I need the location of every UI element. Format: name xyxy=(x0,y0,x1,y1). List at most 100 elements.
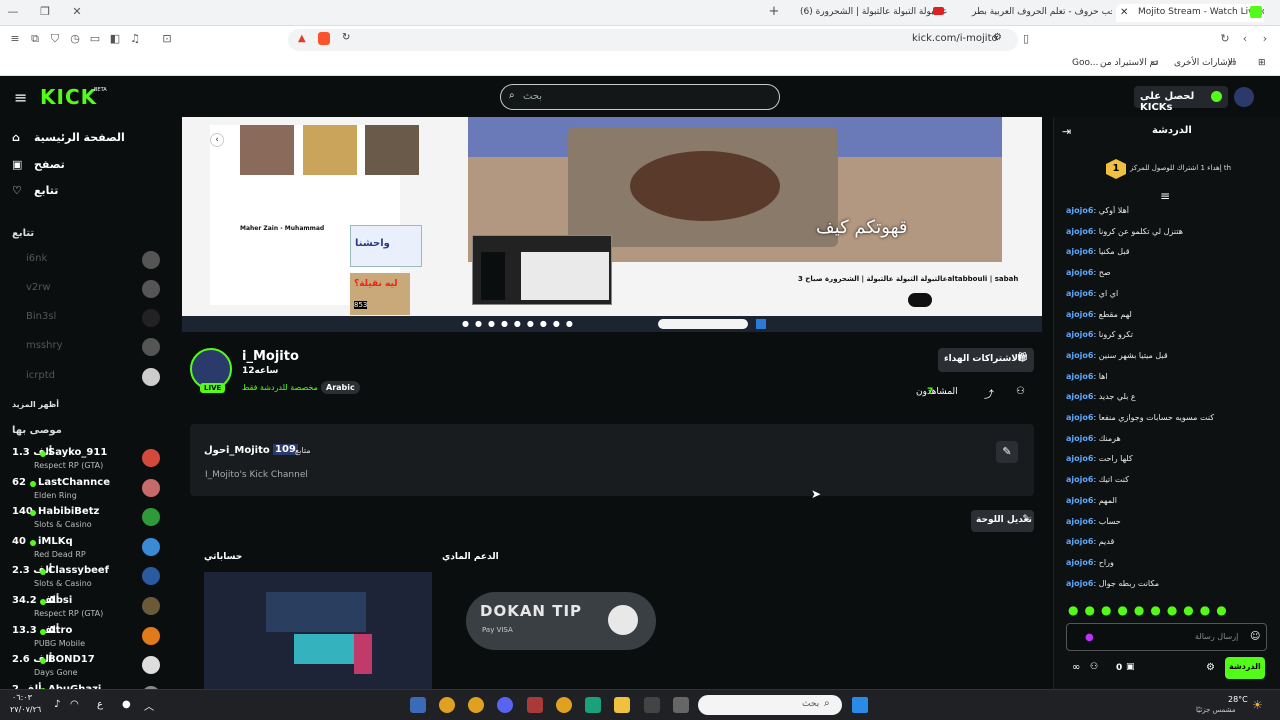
tab-close-icon[interactable]: ✕ xyxy=(1120,7,1128,18)
store-icon[interactable] xyxy=(644,697,660,713)
recommended-channel[interactable]: 2.3 ألفClassybeef Slots & Casino xyxy=(12,563,162,592)
tag-language[interactable]: Arabic xyxy=(321,381,360,394)
chat-message[interactable]: ajojo6: صح xyxy=(1066,268,1271,286)
chrome-icon[interactable] xyxy=(439,697,455,713)
chat-message[interactable]: ajojo6: قديم xyxy=(1066,537,1271,555)
chat-username[interactable]: ajojo6 xyxy=(1066,247,1093,256)
chat-message[interactable]: ajojo6: حسأب xyxy=(1066,517,1271,535)
following-channel[interactable]: icrptd xyxy=(12,365,162,391)
gift-box-icon[interactable]: ▣ xyxy=(1126,662,1135,672)
kicks-icon[interactable]: ∞ xyxy=(1072,662,1080,673)
chat-pinned-icon[interactable]: ≡ xyxy=(1160,189,1170,203)
edit-panels-button[interactable]: تعديل اللوحة ✎ xyxy=(971,510,1034,532)
chat-message[interactable]: ajojo6: قبل مكنيا xyxy=(1066,247,1271,265)
chat-message[interactable]: ajojo6: أهلا أوكي xyxy=(1066,206,1271,224)
obs-icon[interactable] xyxy=(527,697,543,713)
chat-username[interactable]: ajojo6 xyxy=(1066,496,1093,505)
chat-username[interactable]: ajojo6 xyxy=(1066,310,1093,319)
chat-username[interactable]: ajojo6 xyxy=(1066,537,1093,546)
recommended-channel[interactable]: 40 iMLKq Red Dead RP xyxy=(12,534,162,563)
chat-username[interactable]: ajojo6 xyxy=(1066,558,1093,567)
show-more-link[interactable]: أظهر المزيد xyxy=(12,400,59,409)
chat-message[interactable]: ajojo6: هرمنك xyxy=(1066,434,1271,452)
chat-username[interactable]: ajojo6 xyxy=(1066,372,1093,381)
window-minimize-icon[interactable]: — xyxy=(6,5,20,19)
user-avatar[interactable] xyxy=(1234,87,1254,107)
app-icon[interactable] xyxy=(585,697,601,713)
get-kicks-button[interactable]: لحصل على KICKs xyxy=(1134,86,1228,113)
chat-username[interactable]: ajojo6 xyxy=(1066,268,1093,277)
video-player[interactable]: ‹ واحشنا ليه نقيلة؟ 853 Maher Zain - Muh… xyxy=(182,117,1042,332)
chat-message[interactable]: ajojo6: وراح xyxy=(1066,558,1271,576)
channel-name[interactable]: i_Mojito xyxy=(242,349,299,364)
gift-banner-text[interactable]: إهداء 1 اشتراك للوصول للمركز th xyxy=(1130,164,1231,172)
input-language[interactable]: ع xyxy=(97,699,103,710)
chat-message[interactable]: ajojo6: ع بلي جديد xyxy=(1066,392,1271,410)
weather-temp[interactable]: 28°C xyxy=(1228,695,1248,704)
recommended-channel[interactable]: 2.6 ألفBOND17 Days Gone xyxy=(12,652,162,681)
recommended-channel[interactable]: 34.2 ألف Absi Respect RP (GTA) xyxy=(12,593,162,622)
clock-time[interactable]: ٠٦:٠٣ xyxy=(12,693,32,702)
tab-kick[interactable]: ✕ Mojito Stream - Watch Live on xyxy=(1116,4,1264,22)
warning-icon[interactable]: ▲ xyxy=(298,33,306,44)
search-input[interactable]: ⌕ بحث xyxy=(500,84,780,110)
weather-icon[interactable]: ☀ xyxy=(1252,698,1263,712)
chat-username[interactable]: ajojo6 xyxy=(1066,289,1093,298)
window-restore-icon[interactable]: ❐ xyxy=(38,5,52,19)
chat-message[interactable]: ajojo6: اي اي xyxy=(1066,289,1271,307)
chrome-icon[interactable] xyxy=(556,697,572,713)
chat-username[interactable]: ajojo6 xyxy=(1066,330,1093,339)
bookmark-google[interactable]: Goo... xyxy=(1072,58,1098,68)
subscribe-button[interactable] xyxy=(908,293,932,307)
file-explorer-icon[interactable] xyxy=(614,697,630,713)
edit-about-icon[interactable]: ✎ xyxy=(996,441,1018,463)
send-chat-button[interactable]: الدردشة xyxy=(1225,657,1265,679)
steam-icon[interactable] xyxy=(410,697,426,713)
hamburger-menu-icon[interactable]: ≡ xyxy=(14,88,27,107)
gift-subs-button[interactable]: الاشتراكات الهداء 🎁︎ xyxy=(938,348,1034,372)
nav-browse[interactable]: تصفح xyxy=(34,158,65,171)
chat-username[interactable]: ajojo6 xyxy=(1066,579,1093,588)
recommended-channel[interactable]: 13.3 ألف Atro PUBG Mobile xyxy=(12,623,162,652)
taskbar-search[interactable]: بحث ⌕ xyxy=(698,695,842,715)
chat-username[interactable]: ajojo6 xyxy=(1066,517,1093,526)
chat-message[interactable]: ajojo6: كلها راحت xyxy=(1066,454,1271,472)
share-icon[interactable]: ⤴ xyxy=(984,386,994,401)
chat-username[interactable]: ajojo6 xyxy=(1066,227,1093,236)
wifi-icon[interactable]: ◠ xyxy=(70,699,79,710)
following-channel[interactable]: i6nk xyxy=(12,248,162,274)
microphone-icon[interactable]: ● xyxy=(1085,632,1094,643)
dokan-tip-donate-button[interactable]: DOKAN TIP Pay VISA xyxy=(466,592,656,650)
address-bar[interactable]: ▲ ↻ kick.com/i-mojito ⚙ xyxy=(288,29,1018,51)
refresh-icon[interactable]: ↻ xyxy=(1218,32,1232,46)
chat-message[interactable]: ajojo6: كنت اتيك xyxy=(1066,475,1271,493)
discord-icon[interactable] xyxy=(497,697,513,713)
following-channel[interactable]: v2rw xyxy=(12,277,162,303)
new-tab-icon[interactable]: + xyxy=(767,5,781,19)
follow-user-icon[interactable]: ⚇ xyxy=(1016,386,1025,397)
windows-start-icon[interactable] xyxy=(852,697,868,713)
chat-message[interactable]: ajojo6: اها xyxy=(1066,372,1271,390)
following-channel[interactable]: msshry xyxy=(12,335,162,361)
site-settings-icon[interactable]: ⚙ xyxy=(993,32,1002,43)
chat-message[interactable]: ajojo6: قبل ميتيا بشهر سنين xyxy=(1066,351,1271,369)
accounts-panel-image[interactable] xyxy=(204,572,432,689)
emoji-icon[interactable]: ☺ xyxy=(1250,631,1260,642)
chat-settings-icon[interactable]: ⚙ xyxy=(1206,662,1215,673)
window-close-icon[interactable]: ✕ xyxy=(70,5,84,19)
nav-following[interactable]: تتابع xyxy=(34,184,58,197)
reload-icon[interactable]: ↻ xyxy=(342,32,350,43)
chat-username[interactable]: ajojo6 xyxy=(1066,392,1093,401)
chat-message[interactable]: ajojo6: كنت مسويه حسابات وجوازي منفعا xyxy=(1066,413,1271,431)
chat-username[interactable]: ajojo6 xyxy=(1066,351,1093,360)
emote-bar[interactable]: ●●●●●●●●●● xyxy=(1068,603,1264,617)
chat-message[interactable]: ajojo6: تكرو كرونا xyxy=(1066,330,1271,348)
wallet-icon[interactable]: ▭ xyxy=(88,32,102,46)
tray-overflow-icon[interactable]: ︿ xyxy=(144,698,154,713)
chat-username[interactable]: ajojo6 xyxy=(1066,434,1093,443)
volume-icon[interactable]: ♪ xyxy=(54,699,60,710)
tag-chat-only[interactable]: مخصصة للدردشة فقط xyxy=(242,383,318,392)
bookmark-other[interactable]: الإشارات الأخرى xyxy=(1174,58,1235,68)
forward-icon[interactable]: › xyxy=(1258,32,1272,46)
chat-message[interactable]: ajojo6: لهم مقطع xyxy=(1066,310,1271,328)
